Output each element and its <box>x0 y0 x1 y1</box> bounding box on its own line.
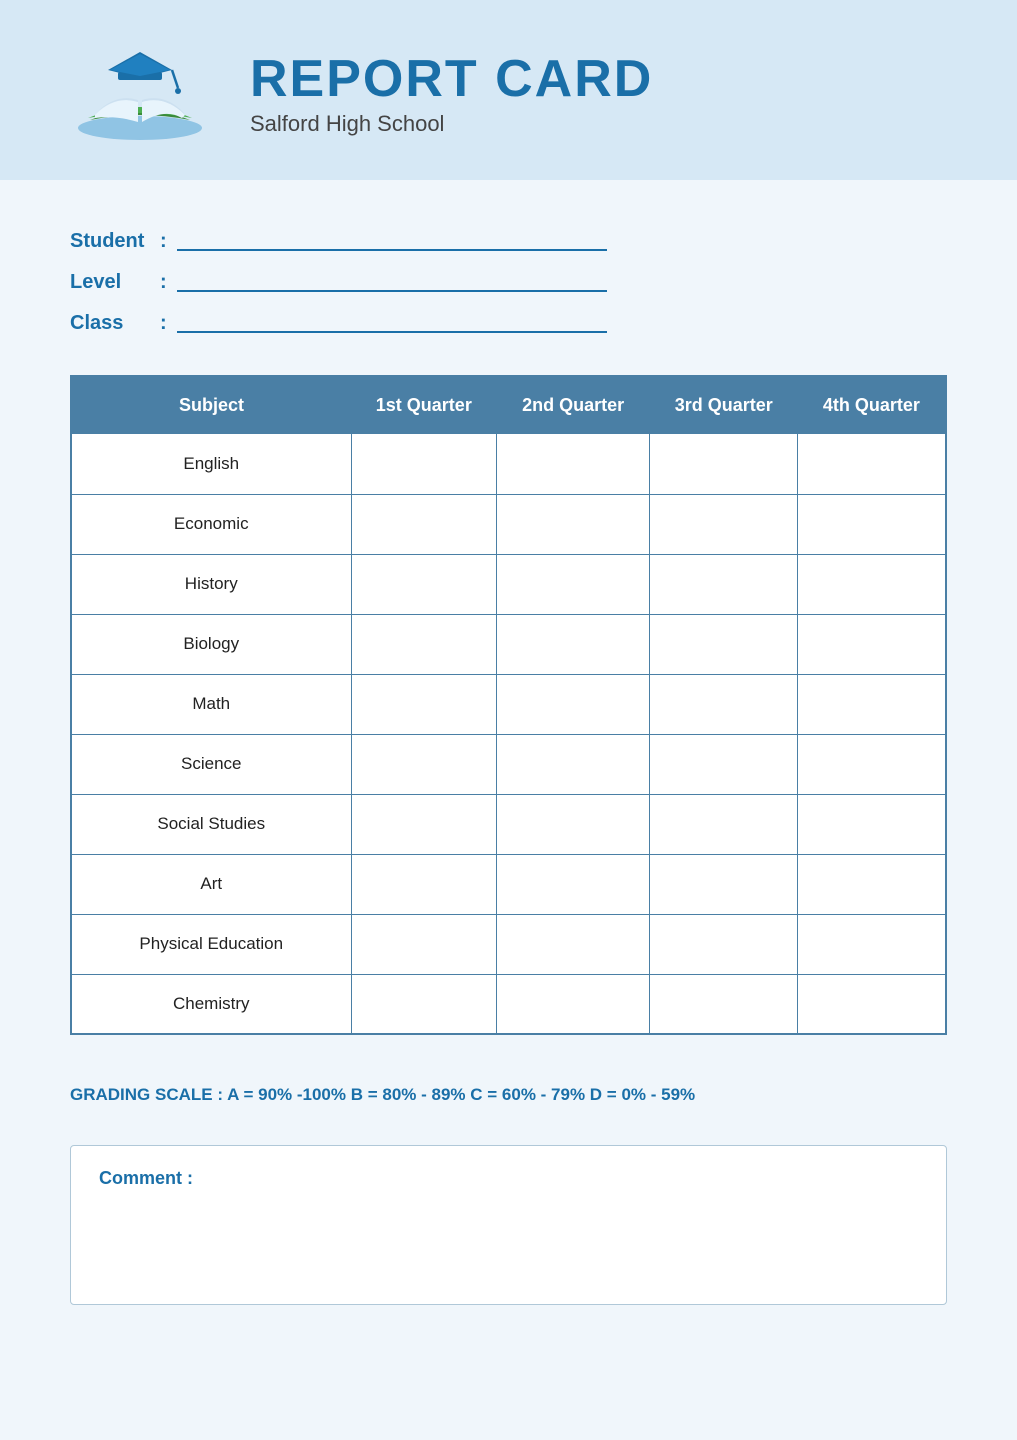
q3-cell <box>650 734 798 794</box>
table-row: History <box>71 554 946 614</box>
q3-cell <box>650 434 798 494</box>
col-q3: 3rd Quarter <box>650 376 798 434</box>
q1-cell <box>351 494 497 554</box>
subject-cell: Math <box>71 674 351 734</box>
q2-cell <box>497 554 650 614</box>
q3-cell <box>650 494 798 554</box>
q3-cell <box>650 974 798 1034</box>
q1-cell <box>351 974 497 1034</box>
subject-cell: English <box>71 434 351 494</box>
level-label: Level <box>70 271 160 294</box>
grading-scale-label: GRADING SCALE : <box>70 1085 223 1104</box>
q2-cell <box>497 494 650 554</box>
table-row: Math <box>71 674 946 734</box>
q2-cell <box>497 674 650 734</box>
subject-cell: History <box>71 554 351 614</box>
q1-cell <box>351 734 497 794</box>
q1-cell <box>351 614 497 674</box>
subject-cell: Social Studies <box>71 794 351 854</box>
grading-scale-values: A = 90% -100% B = 80% - 89% C = 60% - 79… <box>227 1085 695 1104</box>
subject-cell: Biology <box>71 614 351 674</box>
q4-cell <box>798 734 946 794</box>
comment-label: Comment : <box>99 1168 918 1189</box>
header-section: REPORT CARD Salford High School <box>0 0 1017 180</box>
class-row: Class : <box>70 312 947 335</box>
student-info-section: Student : Level : Class : <box>70 220 947 335</box>
table-row: Art <box>71 854 946 914</box>
q2-cell <box>497 914 650 974</box>
q1-cell <box>351 794 497 854</box>
table-row: Physical Education <box>71 914 946 974</box>
q3-cell <box>650 614 798 674</box>
table-row: English <box>71 434 946 494</box>
class-label: Class <box>70 312 160 335</box>
q2-cell <box>497 854 650 914</box>
q4-cell <box>798 974 946 1034</box>
class-line <box>177 331 607 333</box>
subject-cell: Economic <box>71 494 351 554</box>
student-line <box>177 249 607 251</box>
q2-cell <box>497 434 650 494</box>
q3-cell <box>650 914 798 974</box>
q3-cell <box>650 554 798 614</box>
q2-cell <box>497 974 650 1034</box>
table-header-row: Subject 1st Quarter 2nd Quarter 3rd Quar… <box>71 376 946 434</box>
q4-cell <box>798 434 946 494</box>
subject-cell: Physical Education <box>71 914 351 974</box>
table-row: Science <box>71 734 946 794</box>
level-row: Level : <box>70 271 947 294</box>
table-row: Biology <box>71 614 946 674</box>
q4-cell <box>798 794 946 854</box>
q1-cell <box>351 854 497 914</box>
main-content: Student : Level : Class : Subject 1st Qu… <box>0 180 1017 1345</box>
table-row: Social Studies <box>71 794 946 854</box>
q3-cell <box>650 674 798 734</box>
q3-cell <box>650 794 798 854</box>
q4-cell <box>798 614 946 674</box>
q1-cell <box>351 914 497 974</box>
q1-cell <box>351 554 497 614</box>
col-q1: 1st Quarter <box>351 376 497 434</box>
col-subject: Subject <box>71 376 351 434</box>
q4-cell <box>798 674 946 734</box>
student-label: Student <box>70 230 160 253</box>
grading-scale-section: GRADING SCALE : A = 90% -100% B = 80% - … <box>70 1075 947 1115</box>
q2-cell <box>497 614 650 674</box>
q4-cell <box>798 914 946 974</box>
header-text: REPORT CARD Salford High School <box>250 53 653 137</box>
col-q4: 4th Quarter <box>798 376 946 434</box>
comment-box: Comment : <box>70 1145 947 1305</box>
school-name: Salford High School <box>250 111 653 137</box>
q4-cell <box>798 494 946 554</box>
class-colon: : <box>160 312 167 335</box>
subject-cell: Art <box>71 854 351 914</box>
table-row: Chemistry <box>71 974 946 1034</box>
q2-cell <box>497 794 650 854</box>
q4-cell <box>798 554 946 614</box>
q4-cell <box>798 854 946 914</box>
subject-cell: Science <box>71 734 351 794</box>
level-colon: : <box>160 271 167 294</box>
school-logo <box>60 40 220 150</box>
q1-cell <box>351 674 497 734</box>
q3-cell <box>650 854 798 914</box>
student-colon: : <box>160 230 167 253</box>
report-card-title: REPORT CARD <box>250 53 653 105</box>
grades-table: Subject 1st Quarter 2nd Quarter 3rd Quar… <box>70 375 947 1035</box>
table-row: Economic <box>71 494 946 554</box>
student-row: Student : <box>70 230 947 253</box>
col-q2: 2nd Quarter <box>497 376 650 434</box>
level-line <box>177 290 607 292</box>
subject-cell: Chemistry <box>71 974 351 1034</box>
q1-cell <box>351 434 497 494</box>
q2-cell <box>497 734 650 794</box>
